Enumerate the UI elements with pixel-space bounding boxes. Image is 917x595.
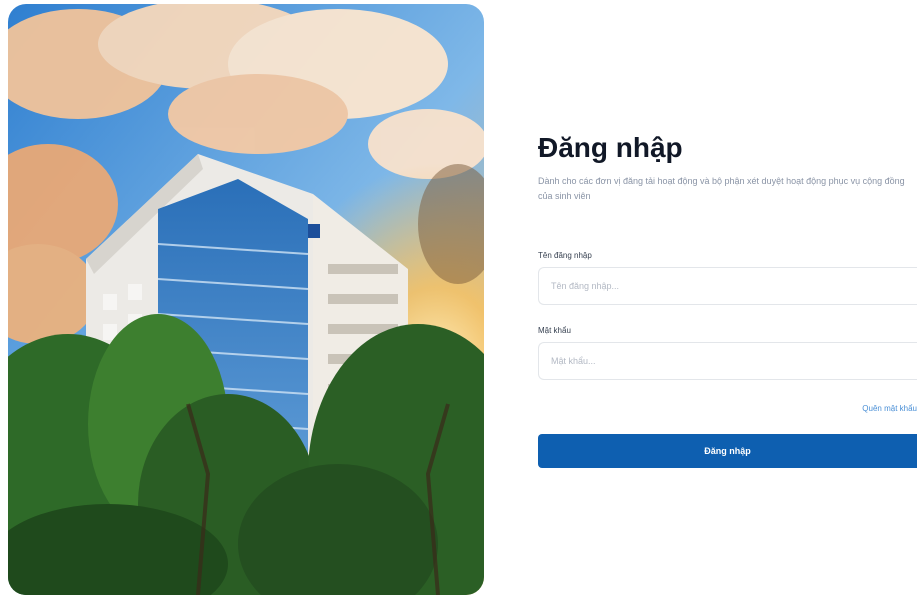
forgot-password-link[interactable]: Quên mật khẩu bbox=[862, 404, 917, 413]
login-form: Đăng nhập Dành cho các đơn vị đăng tải h… bbox=[538, 130, 917, 468]
username-input[interactable] bbox=[538, 267, 917, 305]
password-input[interactable] bbox=[538, 342, 917, 380]
hero-photo bbox=[8, 4, 484, 595]
page-subtitle: Dành cho các đơn vị đăng tải hoạt động v… bbox=[538, 176, 905, 201]
username-label: Tên đăng nhập bbox=[538, 251, 592, 260]
login-button[interactable]: Đăng nhập bbox=[538, 434, 917, 468]
forgot-password-row: Quên mật khẩu bbox=[538, 398, 917, 416]
password-label: Mật khẩu bbox=[538, 326, 571, 335]
campus-building-illustration bbox=[8, 4, 484, 595]
page-title: Đăng nhập bbox=[538, 132, 683, 163]
